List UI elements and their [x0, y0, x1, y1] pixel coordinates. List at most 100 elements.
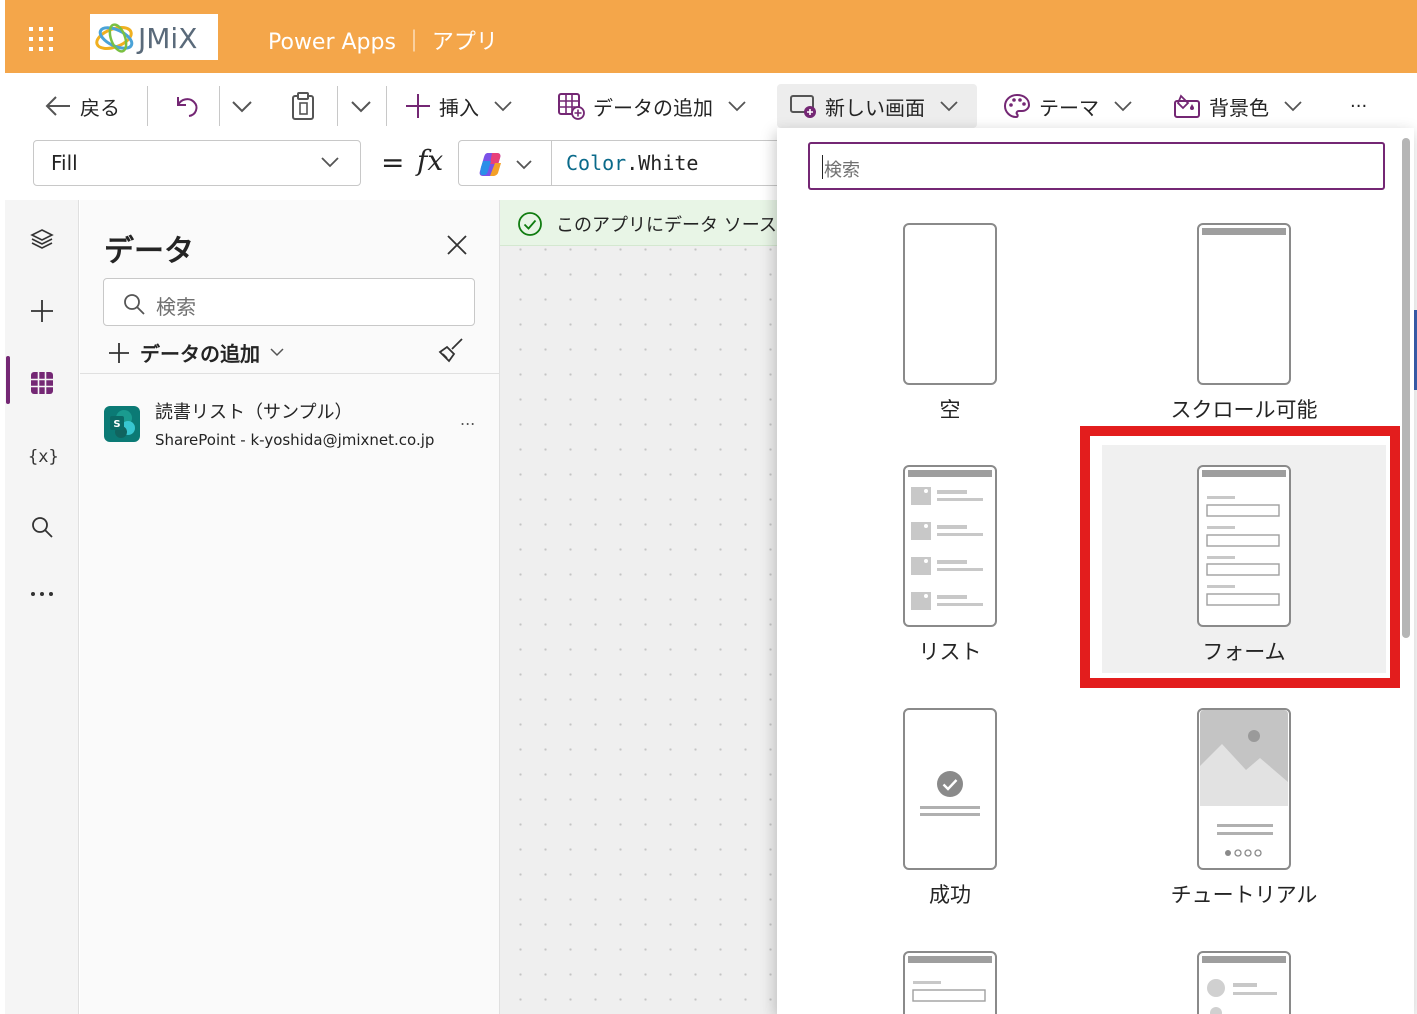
layout-search-placeholder: 検索: [824, 160, 860, 181]
layout-preview-icon: [903, 951, 997, 1014]
tutorial-layout-icon: [1197, 708, 1291, 870]
formula-identifier: Color: [566, 151, 627, 175]
app-launcher-icon[interactable]: [28, 26, 54, 52]
toolbar-divider: [219, 86, 220, 126]
copilot-icon: [479, 153, 501, 176]
paint-bucket-icon: [1174, 94, 1200, 118]
list-layout-icon: [903, 465, 997, 627]
layout-tile-scrollable[interactable]: [1197, 223, 1291, 385]
theme-label: テーマ: [1039, 95, 1099, 120]
layout-label-tutorial: チュートリアル: [1170, 883, 1318, 907]
close-icon[interactable]: [446, 234, 468, 256]
check-circle-icon: [517, 211, 543, 237]
layout-tile-tutorial[interactable]: [1197, 708, 1291, 870]
layout-label-blank: 空: [939, 398, 961, 422]
panel-title: データ: [104, 234, 194, 269]
layout-tile-success[interactable]: [903, 708, 997, 870]
blank-layout-icon: [903, 223, 997, 385]
chevron-down-icon: [351, 101, 371, 113]
insert-label: 挿入: [439, 95, 479, 120]
logo-swirl-icon: [95, 23, 134, 53]
chevron-down-icon: [494, 101, 512, 112]
layout-tile-partial[interactable]: [1197, 951, 1291, 1014]
property-dropdown[interactable]: Fill: [33, 140, 361, 186]
formula-member: .White: [626, 151, 699, 175]
chevron-down-icon: [1284, 101, 1302, 112]
data-source-more-button[interactable]: ...: [460, 410, 475, 429]
app-title: Power Apps ｜ アプリ: [268, 30, 498, 55]
more-commands-button[interactable]: ···: [1350, 84, 1367, 128]
menu-scrollbar[interactable]: [1402, 138, 1410, 638]
screen-add-icon: [790, 95, 816, 118]
add-data-label: データの追加: [593, 95, 713, 120]
data-source-connection: SharePoint - k-yoshida@jmixnet.co.jp: [155, 431, 435, 449]
new-screen-label: 新しい画面: [825, 95, 925, 120]
text-cursor: [822, 155, 823, 179]
back-label: 戻る: [80, 95, 120, 120]
data-search-input[interactable]: 検索: [103, 278, 475, 326]
panel-divider: [80, 373, 499, 374]
success-layout-icon: [903, 708, 997, 870]
undo-button[interactable]: [172, 84, 200, 128]
banner-message: このアプリにデータ ソース: [556, 215, 777, 236]
chevron-down-icon: [728, 101, 746, 112]
layout-label-list: リスト: [918, 640, 982, 664]
property-value: Fill: [51, 151, 78, 175]
rail-active-indicator: [6, 356, 10, 404]
add-data-link[interactable]: データの追加: [108, 338, 284, 367]
background-color-label: 背景色: [1209, 95, 1269, 120]
undo-icon: [177, 97, 198, 117]
layout-search-input[interactable]: 検索: [808, 142, 1385, 190]
variables-icon[interactable]: {x}: [28, 442, 58, 468]
layout-tile-list[interactable]: [903, 465, 997, 627]
clipboard-icon: [292, 92, 314, 120]
toolbar-divider: [147, 86, 148, 126]
paste-button[interactable]: [290, 84, 316, 128]
background-color-button[interactable]: 背景色: [1173, 84, 1303, 128]
company-logo[interactable]: JMiX: [90, 14, 218, 60]
new-screen-button[interactable]: 新しい画面: [777, 84, 977, 128]
chevron-down-icon: [270, 348, 284, 357]
plus-icon: [406, 94, 430, 118]
layout-label-scrollable: スクロール可能: [1170, 398, 1318, 422]
chevron-down-icon: [940, 101, 958, 112]
search-placeholder: 検索: [156, 295, 196, 319]
sharepoint-letter: S: [113, 419, 120, 430]
chevron-down-icon: [232, 101, 252, 113]
search-icon[interactable]: [30, 515, 54, 539]
function-icon[interactable]: fx: [417, 144, 443, 177]
logo-text: JMiX: [138, 22, 198, 55]
table-add-icon: [558, 93, 585, 120]
layout-tile-blank[interactable]: [903, 223, 997, 385]
layout-label-success: 成功: [929, 883, 971, 907]
data-icon[interactable]: [31, 372, 53, 394]
chevron-down-icon: [321, 157, 339, 168]
copilot-button[interactable]: [458, 140, 552, 186]
insert-button[interactable]: 挿入: [405, 84, 513, 128]
layout-tile-partial[interactable]: [903, 951, 997, 1014]
insert-icon[interactable]: [29, 298, 55, 324]
toolbar-divider: [386, 86, 387, 126]
arrow-left-icon: [45, 96, 70, 116]
chevron-down-icon: [1114, 101, 1132, 112]
more-options-icon[interactable]: [30, 588, 54, 600]
back-button[interactable]: 戻る: [44, 84, 120, 128]
theme-button[interactable]: テーマ: [1003, 84, 1133, 128]
chevron-down-icon: [516, 160, 532, 170]
add-data-button[interactable]: データの追加: [557, 84, 747, 128]
toolbar-divider: [337, 86, 338, 126]
plus-icon: [109, 342, 129, 363]
formula-input[interactable]: Color .White: [551, 140, 791, 186]
undo-menu-button[interactable]: [231, 84, 253, 128]
clear-icon[interactable]: [438, 337, 464, 363]
tree-view-icon[interactable]: [30, 227, 54, 251]
paste-menu-button[interactable]: [350, 84, 372, 128]
palette-icon: [1003, 93, 1031, 119]
search-icon: [124, 294, 145, 315]
add-data-link-label: データの追加: [140, 342, 260, 366]
form-tile-highlight: [1080, 426, 1400, 688]
data-source-name[interactable]: 読書リスト（サンプル）: [155, 398, 352, 424]
scrollable-layout-icon: [1197, 223, 1291, 385]
sharepoint-icon: S: [104, 406, 140, 442]
layout-preview-icon: [1197, 951, 1291, 1014]
